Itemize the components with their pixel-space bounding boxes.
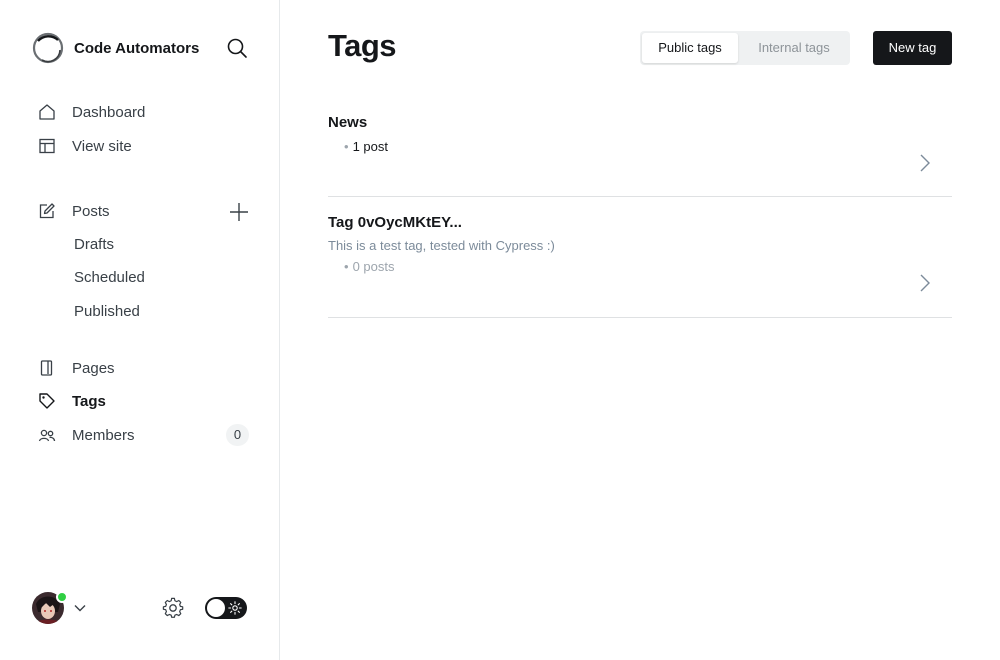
nav-pages-label: Pages — [72, 359, 115, 377]
tag-post-count-text: 1 post — [352, 139, 388, 154]
nav-posts-label: Posts — [72, 202, 110, 220]
nav-scheduled[interactable]: Scheduled — [74, 267, 145, 289]
online-status-dot — [56, 591, 68, 603]
nav-tags[interactable]: Tags — [38, 389, 106, 413]
toggle-knob — [207, 599, 225, 617]
members-count-badge: 0 — [226, 424, 249, 446]
tag-row[interactable]: News • 1 post — [328, 112, 952, 197]
layout-icon — [38, 137, 56, 155]
public-tags-button[interactable]: Public tags — [642, 33, 738, 63]
nav-dashboard-label: Dashboard — [72, 103, 146, 121]
tag-icon — [38, 392, 56, 410]
nav-pages[interactable]: Pages — [38, 356, 115, 380]
nav-members-label: Members — [72, 426, 135, 444]
nav-tags-label: Tags — [72, 392, 106, 410]
nav-published[interactable]: Published — [74, 301, 140, 323]
nav-members[interactable]: Members — [38, 423, 135, 447]
tag-post-count: • 0 posts — [344, 259, 394, 274]
nav-view-site[interactable]: View site — [38, 134, 132, 158]
nav-view-site-label: View site — [72, 137, 132, 155]
bullet: • — [344, 139, 349, 154]
gear-icon[interactable] — [162, 597, 184, 619]
theme-toggle[interactable] — [205, 597, 247, 619]
brand-name: Code Automators — [74, 39, 200, 57]
nav-dashboard[interactable]: Dashboard — [38, 100, 145, 124]
new-tag-button[interactable]: New tag — [873, 31, 952, 65]
internal-tags-button[interactable]: Internal tags — [740, 33, 848, 63]
chevron-right-icon — [920, 274, 930, 292]
search-icon[interactable] — [226, 37, 248, 59]
nav-drafts[interactable]: Drafts — [74, 234, 114, 256]
tag-name: Tag 0vOycMKtEY... — [328, 214, 462, 231]
sidebar: Code Automators Dashboard View site Post… — [0, 0, 280, 660]
tag-post-count-text: 0 posts — [352, 259, 395, 274]
tag-name: News — [328, 114, 368, 131]
bullet: • — [344, 259, 349, 274]
chevron-right-icon — [920, 154, 930, 172]
members-icon — [38, 426, 56, 444]
tag-type-filter: Public tags Internal tags — [640, 31, 850, 65]
nav-posts[interactable]: Posts — [38, 199, 110, 223]
pages-icon — [38, 359, 56, 377]
home-icon — [38, 103, 56, 121]
add-post-icon[interactable] — [228, 201, 250, 223]
sidebar-footer — [32, 591, 248, 625]
tag-post-count: • 1 post — [344, 139, 388, 154]
tag-row[interactable]: Tag 0vOycMKtEY... This is a test tag, te… — [328, 197, 952, 318]
brand-logo-icon — [32, 32, 64, 64]
edit-icon — [38, 202, 56, 220]
main-content: Tags Public tags Internal tags New tag N… — [280, 0, 1000, 660]
brand[interactable]: Code Automators — [32, 32, 199, 64]
sun-icon — [228, 601, 242, 615]
chevron-down-icon[interactable] — [73, 601, 87, 615]
page-title: Tags — [328, 28, 397, 63]
tag-description: This is a test tag, tested with Cypress … — [328, 238, 555, 253]
